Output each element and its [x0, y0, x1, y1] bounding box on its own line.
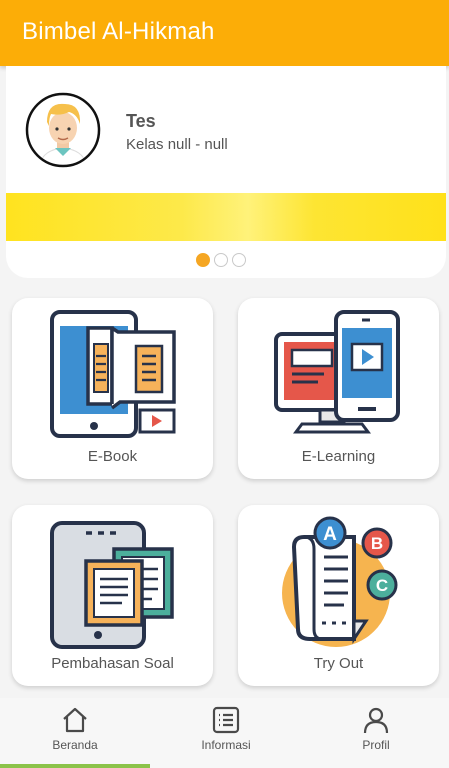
elearning-icon: [274, 310, 400, 434]
menu-label-pembahasan-soal: Pembahasan Soal: [51, 655, 174, 672]
menu-label-elearning: E-Learning: [301, 448, 376, 465]
carousel-dot-3[interactable]: [232, 253, 246, 267]
nav-label-informasi: Informasi: [201, 738, 251, 752]
pembahasan-soal-icon: [50, 521, 174, 649]
bottom-nav: Beranda Informasi Profil: [0, 698, 449, 768]
nav-item-profil[interactable]: Profil: [316, 706, 436, 752]
nav-label-profil: Profil: [362, 738, 390, 752]
svg-text:C: C: [376, 576, 388, 595]
user-name: Tes: [126, 111, 156, 131]
carousel-dot-1[interactable]: [196, 253, 210, 267]
promo-banner[interactable]: [6, 193, 446, 241]
active-nav-indicator: [0, 764, 150, 768]
svg-text:A: A: [323, 524, 337, 545]
avatar[interactable]: [25, 92, 101, 168]
app-bar: Bimbel Al-Hikmah: [0, 0, 449, 66]
carousel-dot-2[interactable]: [214, 253, 228, 267]
menu-card-pembahasan-soal[interactable]: Pembahasan Soal: [12, 505, 213, 686]
app-title: Bimbel Al-Hikmah: [22, 18, 215, 45]
person-icon: [363, 707, 389, 734]
menu-card-ebook[interactable]: E-Book: [12, 298, 213, 479]
nav-item-beranda[interactable]: Beranda: [15, 706, 135, 752]
list-icon: [212, 706, 240, 734]
try-out-icon: A B C: [282, 516, 398, 647]
menu-card-try-out[interactable]: A B C Try Out: [238, 505, 439, 686]
svg-text:B: B: [371, 534, 383, 553]
ebook-icon: [50, 310, 176, 438]
nav-label-beranda: Beranda: [52, 738, 98, 752]
home-icon: [63, 707, 87, 733]
nav-item-informasi[interactable]: Informasi: [166, 706, 286, 752]
menu-label-try-out: Try Out: [313, 655, 364, 672]
menu-card-elearning[interactable]: E-Learning: [238, 298, 439, 479]
user-class-info: Kelas null - null: [126, 136, 228, 153]
menu-label-ebook: E-Book: [87, 448, 138, 465]
carousel-indicator: [196, 253, 246, 267]
